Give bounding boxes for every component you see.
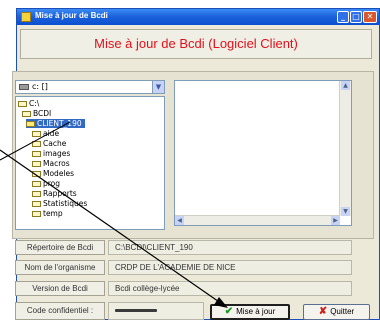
heading-text: Mise à jour de Bcdi (Logiciel Client) (94, 36, 298, 51)
password-mask (115, 309, 157, 313)
horizontal-scrollbar[interactable]: ◀ ▶ (175, 215, 340, 225)
tree-item[interactable]: Modeles (32, 169, 74, 178)
update-label: Mise à jour (236, 307, 276, 316)
close-button[interactable]: ✕ (363, 11, 377, 23)
directory-field[interactable]: C:\BCDI\CLIENT_190 (108, 240, 352, 255)
tree-item[interactable]: Macros (32, 159, 70, 168)
organisation-label: Nom de l'organisme (15, 260, 105, 275)
tree-item-label: C:\ (29, 99, 40, 108)
folder-icon (32, 191, 41, 197)
folder-open-icon (22, 111, 31, 117)
code-field[interactable] (108, 302, 204, 320)
folder-icon (32, 181, 41, 187)
drive-select[interactable]: c: [] ▼ (15, 80, 165, 94)
window-title: Mise à jour de Bcdi (35, 11, 108, 20)
tree-item-label: Cache (43, 139, 67, 148)
tree-item-label: aide (43, 129, 60, 138)
tree-item[interactable]: BCDI (22, 109, 51, 118)
tree-item[interactable]: Rapports (32, 189, 77, 198)
tree-item[interactable]: CLIENT_190 (26, 119, 85, 128)
file-list[interactable]: ▲ ▼ ◀ ▶ (174, 80, 352, 226)
folder-icon (32, 131, 41, 137)
tree-item-label: prog (43, 179, 61, 188)
heading-banner: Mise à jour de Bcdi (Logiciel Client) (20, 29, 372, 59)
title-bar[interactable]: Mise à jour de Bcdi _ □ ✕ (17, 9, 379, 25)
update-button[interactable]: ✔ Mise à jour (210, 304, 290, 320)
folder-icon (32, 211, 41, 217)
vertical-scrollbar[interactable]: ▲ ▼ (339, 81, 351, 216)
cross-icon: ✘ (318, 306, 328, 317)
scroll-right-icon[interactable]: ▶ (331, 216, 340, 225)
version-label: Version de Bcdi (15, 281, 105, 296)
maximize-button[interactable]: □ (350, 11, 362, 23)
folder-open-icon (18, 101, 27, 107)
tree-item-label: Statistiques (43, 199, 88, 208)
check-icon: ✔ (224, 306, 234, 317)
minimize-button[interactable]: _ (337, 11, 349, 23)
drive-icon (19, 84, 29, 90)
scroll-left-icon[interactable]: ◀ (175, 216, 184, 225)
tree-item-label: BCDI (33, 109, 52, 118)
quit-button[interactable]: ✘ Quitter (303, 304, 370, 320)
drive-label: c: [] (32, 82, 48, 91)
code-label: Code confidentiel : (15, 302, 105, 320)
quit-label: Quitter (330, 307, 355, 316)
version-field[interactable]: Bcdi collège-lycée (108, 281, 352, 296)
tree-item-label: Modeles (43, 169, 75, 178)
chevron-down-icon[interactable]: ▼ (152, 81, 164, 93)
tree-item-label: CLIENT_190 (37, 119, 82, 128)
app-icon (21, 12, 31, 22)
tree-item[interactable]: temp (32, 209, 63, 218)
directory-label: Répertoire de Bcdi (15, 240, 105, 255)
tree-item[interactable]: C:\ (18, 99, 39, 108)
tree-item-label: Rapports (43, 189, 77, 198)
tree-item-label: Macros (43, 159, 70, 168)
folder-icon (32, 171, 41, 177)
folder-icon (32, 151, 41, 157)
folder-icon (32, 141, 41, 147)
scroll-down-icon[interactable]: ▼ (341, 207, 350, 216)
tree-item[interactable]: Cache (32, 139, 66, 148)
tree-item[interactable]: aide (32, 129, 59, 138)
tree-item[interactable]: images (32, 149, 70, 158)
folder-icon (32, 201, 41, 207)
tree-item-label: images (43, 149, 71, 158)
folder-icon (32, 161, 41, 167)
folder-open-icon (26, 121, 35, 127)
scroll-up-icon[interactable]: ▲ (341, 81, 350, 90)
folder-tree[interactable]: C:\ BCDI CLIENT_190 aide Cache images Macros Mo… (15, 96, 165, 230)
tree-item[interactable]: Statistiques (32, 199, 87, 208)
tree-item[interactable]: prog (32, 179, 60, 188)
organisation-field[interactable]: CRDP DE L'ACADEMIE DE NICE (108, 260, 352, 275)
tree-item-label: temp (43, 209, 63, 218)
